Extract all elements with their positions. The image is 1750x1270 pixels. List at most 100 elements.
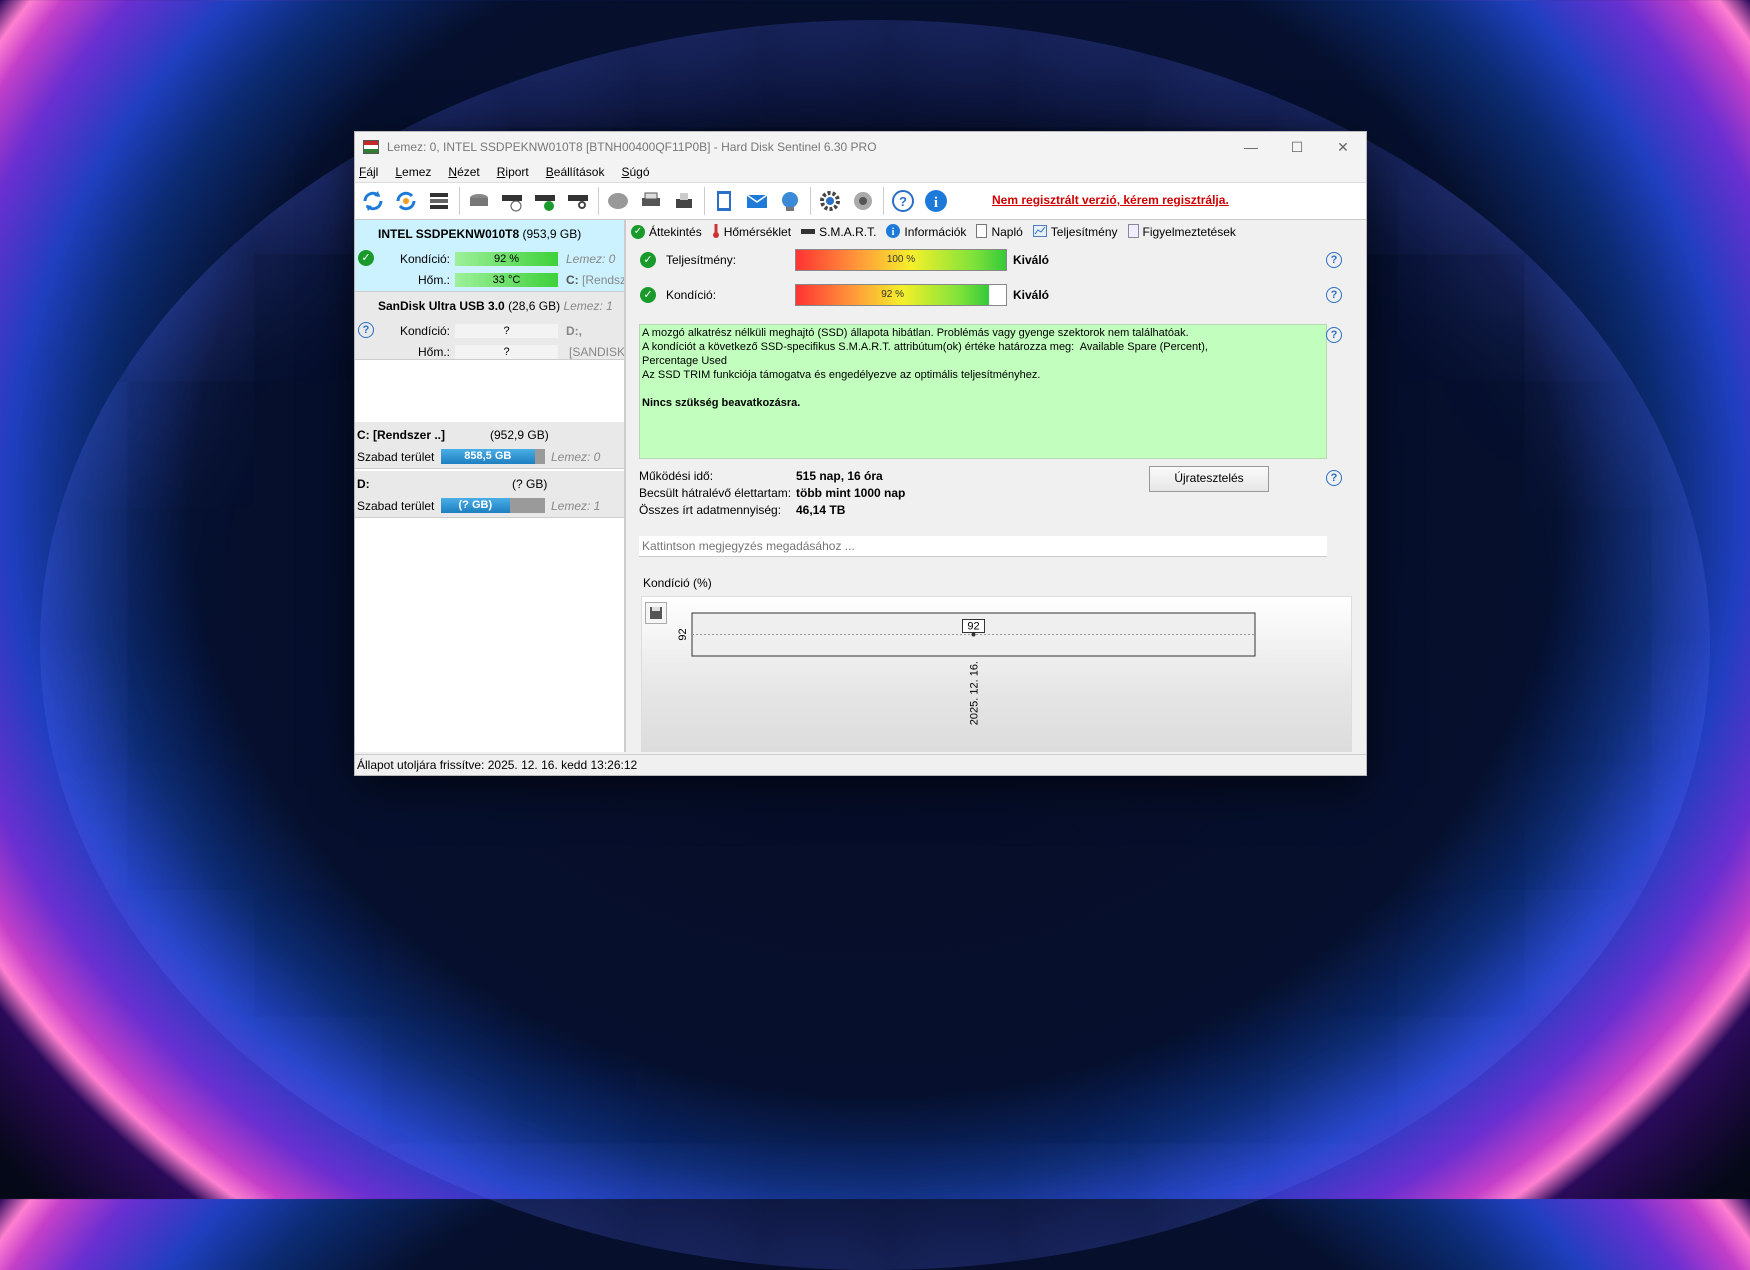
toolbar-separator (810, 187, 811, 215)
x-tick-label: 2025. 12. 16. (969, 661, 981, 725)
disk-surface-icon[interactable] (464, 187, 493, 216)
help-icon[interactable]: ? (1326, 252, 1342, 268)
thermometer-icon (712, 223, 720, 241)
help-icon[interactable]: ? (888, 187, 917, 216)
partition-disk-ref: Lemez: 0 (551, 450, 601, 464)
help-icon[interactable]: ? (1326, 327, 1342, 343)
retest-button[interactable]: Újratesztelés (1149, 466, 1269, 492)
chart-title: Kondíció (%) (643, 576, 712, 590)
check-icon: ✓ (640, 252, 656, 268)
disk-name: SanDisk Ultra USB 3.0 (378, 299, 505, 313)
disk-entry[interactable]: SanDisk Ultra USB 3.0 (28,6 GB) Lemez: 1… (355, 292, 624, 360)
performance-verdict: Kiváló (1013, 253, 1050, 267)
svg-text:i: i (933, 195, 937, 211)
description-line: A mozgó alkatrész nélküli meghajtó (SSD)… (642, 327, 1189, 339)
total-written-value: 46,14 TB (796, 503, 846, 517)
tab-label: Áttekintés (649, 225, 702, 239)
condition-label: Kondíció: (399, 252, 450, 266)
refresh-icon[interactable] (358, 187, 387, 216)
disk-name-line: INTEL SSDPEKNW010T8 (953,9 GB) (378, 227, 581, 241)
check-icon: ✓ (631, 225, 645, 239)
temp-mini-bar: 33 °C (455, 273, 558, 287)
condition-label: Kondíció: (399, 324, 450, 338)
free-space-label: Szabad terület (357, 499, 435, 513)
condition-mini-bar: 92 % (455, 252, 558, 266)
total-written-label: Összes írt adatmennyiség: (639, 503, 782, 517)
disk-entry[interactable]: INTEL SSDPEKNW010T8 (953,9 GB) ✓ Kondíci… (355, 220, 624, 292)
overview-panel: ✓ Áttekintés Hőmérséklet S.M.A.R.T. i Info… (626, 220, 1364, 752)
menu-view[interactable]: Nézet (448, 165, 479, 179)
minimize-button[interactable]: — (1228, 132, 1274, 162)
tab-performance[interactable]: Teljesítmény (1032, 224, 1118, 240)
free-space-bar: (? GB) (441, 498, 545, 513)
menu-file[interactable]: Fájl (359, 165, 378, 179)
disk-schedule-icon[interactable] (497, 187, 526, 216)
condition-fill: 92 % (796, 285, 990, 305)
disk-name-line: SanDisk Ultra USB 3.0 (28,6 GB) Lemez: 1 (378, 299, 613, 313)
check-icon: ✓ (640, 287, 656, 303)
info-icon: i (886, 223, 901, 241)
menu-settings[interactable]: Beállítások (546, 165, 605, 179)
partition-entry[interactable]: C: [Rendszer ..] (952,9 GB) Szabad terül… (355, 422, 624, 469)
settings-gear-icon[interactable] (815, 187, 844, 216)
tab-overview[interactable]: ✓ Áttekintés (631, 225, 702, 239)
document-icon (976, 223, 988, 241)
partition-entry[interactable]: D: (? GB) Szabad terület (? GB) Lemez: 1 (355, 471, 624, 518)
tab-label: Napló (991, 225, 1023, 239)
performance-row: ✓ Teljesítmény: 100 % Kiváló ? (626, 245, 1364, 275)
tab-temperature[interactable]: Hőmérséklet (712, 223, 791, 241)
help-icon[interactable]: ? (1326, 287, 1342, 303)
disk-list-panel: INTEL SSDPEKNW010T8 (953,9 GB) ✓ Kondíci… (355, 220, 626, 752)
menu-help[interactable]: Súgó (621, 165, 649, 179)
menu-report[interactable]: Riport (497, 165, 529, 179)
disk-gray-icon[interactable] (603, 187, 632, 216)
temp-mini-bar: ? (455, 345, 558, 359)
register-link[interactable]: Nem regisztrált verzió, kérem regisztrál… (992, 193, 1229, 207)
tab-alerts[interactable]: Figyelmeztetések (1127, 223, 1236, 241)
tab-smart[interactable]: S.M.A.R.T. (801, 225, 876, 239)
description-line: A kondíciót a következő SSD-specifikus S… (642, 341, 1208, 353)
toolbar-separator (883, 187, 884, 215)
y-tick-label: 92 (677, 628, 689, 640)
performance-fill: 100 % (796, 250, 1006, 270)
performance-label: Teljesítmény: (666, 253, 737, 267)
disk-icon (801, 225, 816, 239)
email-icon[interactable] (742, 187, 771, 216)
info-icon[interactable]: i (921, 187, 950, 216)
close-button[interactable]: ✕ (1320, 132, 1366, 162)
disk-size: (953,9 GB) (522, 227, 582, 241)
fax-icon[interactable] (669, 187, 698, 216)
partition-disk-ref: Lemez: 1 (551, 499, 601, 513)
free-space-label: Szabad terület (357, 450, 435, 464)
partition-ref: D:, (566, 324, 582, 338)
menu-disk[interactable]: Lemez (395, 165, 431, 179)
toolbar-separator (598, 187, 599, 215)
network-icon[interactable] (775, 187, 804, 216)
note-input[interactable] (639, 536, 1327, 557)
free-space-fill: (? GB) (441, 498, 510, 513)
tab-label: Információk (904, 225, 967, 239)
tab-information[interactable]: i Információk (886, 223, 967, 241)
printer-icon[interactable] (636, 187, 665, 216)
report-notepad-icon[interactable] (709, 187, 738, 216)
disk-size: (28,6 GB) (508, 299, 561, 313)
partition-size: (? GB) (512, 477, 548, 491)
maximize-button[interactable]: ☐ (1274, 132, 1320, 162)
partition-ref: C: [Rendszer] (566, 273, 624, 287)
partition-name: C: [Rendszer ..] (357, 428, 446, 442)
disk-check-icon[interactable] (530, 187, 559, 216)
partition-letter: C: (566, 273, 579, 287)
condition-label: Kondíció: (666, 288, 717, 302)
disk-ref: Lemez: 1 (563, 299, 613, 313)
help-icon[interactable]: ? (1326, 470, 1342, 486)
tab-log[interactable]: Napló (976, 223, 1023, 241)
disk-search-icon[interactable] (563, 187, 592, 216)
refresh-all-icon[interactable] (391, 187, 420, 216)
tab-label: S.M.A.R.T. (819, 225, 877, 239)
sound-icon[interactable] (848, 187, 877, 216)
menu-bar: Fájl Lemez Nézet Riport Beállítások Súgó (355, 162, 1366, 182)
data-label: 92 (967, 621, 979, 633)
chart-svg: 92 92 2025. 12. 16. (677, 612, 1256, 725)
disk-list-icon[interactable] (424, 187, 453, 216)
